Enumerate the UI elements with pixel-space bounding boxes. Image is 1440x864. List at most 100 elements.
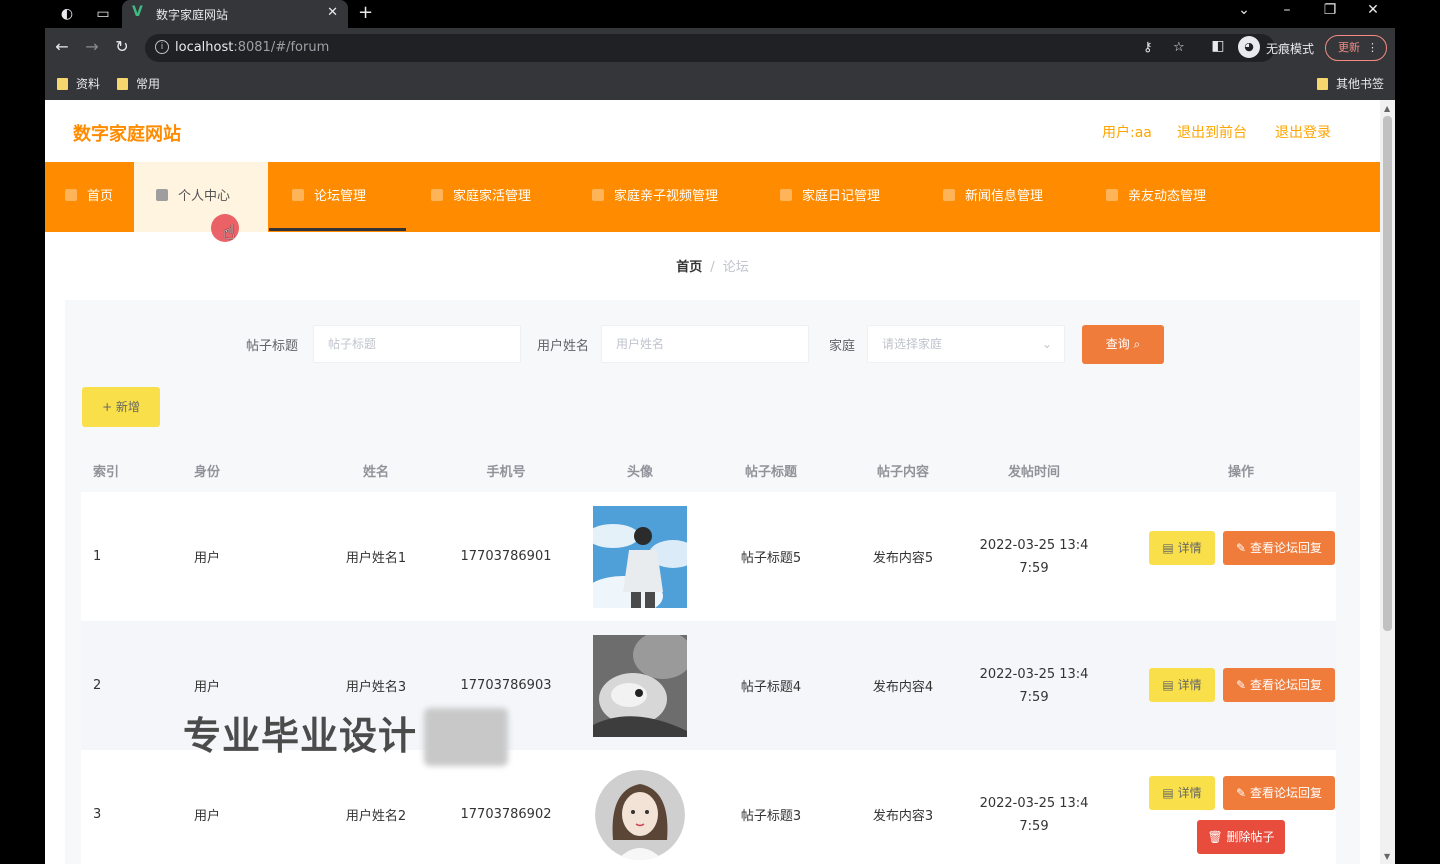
mouse-pointer-icon: ☝ [223, 220, 236, 244]
back-to-front-link[interactable]: 退出到前台 [1177, 122, 1247, 142]
edit-icon: ✎ [1236, 786, 1247, 800]
tab-list-icon[interactable]: ⌄ [1229, 2, 1259, 18]
forum-table: 索引 身份 姓名 手机号 头像 帖子标题 帖子内容 发帖时间 操作 1 用户 用… [81, 452, 1336, 864]
menu-item-home[interactable]: 首页 [65, 162, 113, 232]
scroll-up-icon[interactable]: ▲ [1384, 104, 1390, 113]
new-tab-icon[interactable]: + [358, 2, 373, 23]
table-row: 3 用户 用户姓名2 17703786902 帖子标题3 发布内容3 2022-… [81, 750, 1336, 864]
folder-icon [117, 78, 128, 90]
site-info-icon[interactable]: i [155, 40, 169, 54]
site-brand[interactable]: 数字家庭网站 [73, 120, 181, 146]
username-input[interactable]: 用户姓名 [601, 325, 809, 363]
reload-icon[interactable]: ↻ [111, 37, 133, 56]
key-icon[interactable]: ⚷ [1143, 40, 1153, 55]
menu-item-family-diary[interactable]: 家庭日记管理 [780, 162, 880, 232]
bookmark-folder-1[interactable]: 常用 [117, 75, 160, 92]
chevron-down-icon: ⌄ [1041, 337, 1052, 351]
row-role: 用户 [193, 551, 220, 566]
search-icon: ⌕ [1133, 337, 1141, 351]
address-bar[interactable]: i localhost:8081/#/forum ⚷ ☆ [145, 34, 1275, 62]
col-index: 索引 [93, 465, 120, 480]
breadcrumb-home[interactable]: 首页 [676, 260, 702, 275]
detail-button[interactable]: ▤ 详情 [1149, 668, 1215, 702]
forward-icon[interactable]: → [81, 37, 103, 56]
menu-item-profile[interactable]: 个人中心 [134, 162, 268, 232]
menu-item-forum[interactable]: 论坛管理 [292, 162, 366, 232]
news-icon [943, 189, 955, 201]
menu-item-family-chores[interactable]: 家庭家活管理 [431, 162, 531, 232]
tab-search-icon[interactable]: ▭ [93, 4, 113, 24]
more-icon[interactable]: ⋮ [1367, 36, 1378, 60]
row-actions: ▤ 详情 ✎ 查看论坛回复 [1149, 621, 1349, 750]
family-select[interactable]: 请选择家庭 ⌄ [867, 325, 1065, 363]
view-replies-button[interactable]: ✎ 查看论坛回复 [1223, 531, 1335, 565]
row-phone: 17703786901 [460, 549, 552, 564]
browser-tab[interactable]: V 数字家庭网站 ✕ [122, 0, 348, 28]
avatar-image[interactable] [593, 505, 687, 608]
avatar-image[interactable] [595, 769, 685, 860]
left-margin [0, 28, 45, 864]
col-time: 发帖时间 [1007, 465, 1060, 480]
row-phone: 17703786902 [460, 807, 552, 822]
tab-strip: ◐ ▭ V 数字家庭网站 ✕ + ⌄ – ❐ ✕ [0, 0, 1440, 28]
right-margin [1395, 28, 1440, 864]
friends-icon [1106, 189, 1118, 201]
bookmark-folder-0[interactable]: 资料 [57, 75, 100, 92]
video-icon [592, 189, 604, 201]
title-input[interactable]: 帖子标题 [313, 325, 521, 363]
trash-icon: 🗑 [1207, 830, 1223, 844]
update-button[interactable]: 更新 ⋮ [1325, 35, 1387, 61]
row-content: 发布内容3 [872, 809, 934, 824]
edit-icon: ✎ [1236, 678, 1247, 692]
active-menu-underline [269, 228, 406, 231]
row-name: 用户姓名2 [345, 809, 407, 824]
vue-favicon-icon: V [132, 4, 143, 20]
col-content: 帖子内容 [876, 465, 929, 480]
window-close-icon[interactable]: ✕ [1358, 2, 1388, 18]
query-button[interactable]: 查询 ⌕ [1082, 325, 1164, 364]
title-label: 帖子标题 [246, 339, 299, 354]
close-tab-icon[interactable]: ✕ [327, 5, 338, 20]
edit-icon: ✎ [1236, 541, 1247, 555]
row-content: 发布内容5 [872, 551, 934, 566]
col-role: 身份 [193, 465, 220, 480]
chores-icon [431, 189, 443, 201]
menu-item-family-video[interactable]: 家庭亲子视频管理 [592, 162, 718, 232]
col-name: 姓名 [362, 465, 389, 480]
restore-icon[interactable]: ❐ [1315, 2, 1345, 18]
row-time: 2022-03-25 13:4 7:59 [979, 666, 1089, 705]
bookmarks-bar: 资料 常用 其他书签 [45, 68, 1395, 100]
avatar-image[interactable] [593, 634, 687, 737]
scrollbar-thumb[interactable] [1383, 116, 1392, 631]
col-avatar: 头像 [626, 465, 653, 480]
detail-button[interactable]: ▤ 详情 [1149, 531, 1215, 565]
bookmark-star-icon[interactable]: ☆ [1173, 40, 1185, 55]
view-replies-button[interactable]: ✎ 查看论坛回复 [1223, 668, 1335, 702]
view-replies-button[interactable]: ✎ 查看论坛回复 [1223, 776, 1335, 810]
folder-icon [1317, 78, 1328, 90]
detail-button[interactable]: ▤ 详情 [1149, 776, 1215, 810]
col-actions: 操作 [1227, 465, 1254, 480]
incognito-avatar-icon[interactable]: ◕ [1238, 36, 1260, 58]
row-avatar [593, 750, 687, 864]
menu-item-friends[interactable]: 亲友动态管理 [1106, 162, 1206, 232]
back-icon[interactable]: ← [51, 37, 73, 56]
delete-post-button[interactable]: 🗑 删除帖子 [1197, 820, 1285, 854]
row-actions: ▤ 详情 ✎ 查看论坛回复 [1149, 492, 1349, 621]
menu-item-news[interactable]: 新闻信息管理 [943, 162, 1043, 232]
other-bookmarks[interactable]: 其他书签 [1317, 75, 1384, 92]
user-icon [156, 189, 168, 201]
row-avatar [593, 492, 687, 621]
minimize-icon[interactable]: – [1272, 2, 1302, 18]
sidebar-icon[interactable]: ◧ [1207, 38, 1229, 54]
row-title: 帖子标题3 [740, 809, 802, 824]
logout-link[interactable]: 退出登录 [1275, 122, 1331, 142]
search-form: 帖子标题 帖子标题 用户姓名 用户姓名 家庭 请选择家庭 ⌄ 查询 ⌕ [45, 325, 1380, 365]
document-icon: ▤ [1162, 541, 1174, 555]
scroll-down-icon[interactable]: ▼ [1384, 852, 1390, 861]
incognito-menu-icon[interactable]: ◐ [57, 4, 77, 24]
add-button[interactable]: + 新增 [82, 387, 160, 427]
breadcrumb-separator: / [710, 260, 715, 275]
col-title: 帖子标题 [744, 465, 797, 480]
page-scrollbar[interactable]: ▲ ▼ [1380, 100, 1395, 864]
